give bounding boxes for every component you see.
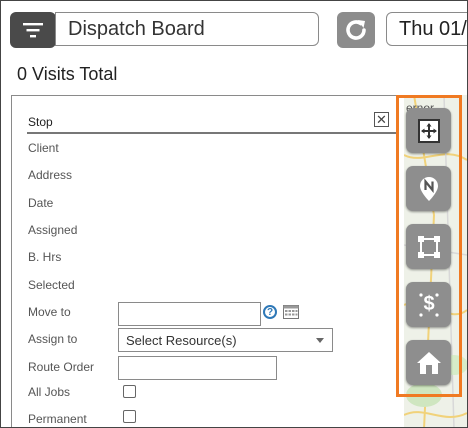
label-route-order: Route Order [28, 360, 95, 374]
label-assign-to: Assign to [28, 332, 78, 346]
date-picker[interactable]: Thu 01/ [386, 12, 467, 46]
label-selected: Selected [28, 278, 75, 292]
zoom-extent-button[interactable] [406, 108, 451, 153]
assign-select-value: Select Resource(s) [126, 332, 237, 348]
label-address: Address [28, 168, 73, 182]
route-order-input[interactable] [118, 356, 277, 380]
help-icon[interactable]: ? [263, 305, 277, 319]
refresh-button[interactable] [337, 12, 375, 48]
all-jobs-checkbox[interactable] [123, 385, 136, 398]
panel-header-rule [27, 116, 397, 134]
select-area-icon [417, 235, 440, 258]
north-marker-button[interactable] [406, 166, 451, 211]
zoom-extent-icon [417, 118, 440, 143]
select-area-button[interactable] [406, 224, 451, 269]
home-icon [416, 351, 441, 374]
permanent-checkbox[interactable] [123, 410, 136, 423]
route-cost-icon: $ [418, 293, 439, 317]
filter-menu-button[interactable] [10, 12, 56, 48]
app-window: Dispatch Board Thu 01/ 0 Visits Total St… [0, 0, 468, 428]
label-b-hrs: B. Hrs [28, 250, 62, 264]
label-assigned: Assigned [28, 223, 78, 237]
chevron-down-icon [316, 338, 324, 343]
refresh-icon [346, 20, 366, 40]
board-title: Dispatch Board [55, 12, 319, 46]
visits-total: 0 Visits Total [17, 64, 118, 84]
label-all-jobs: All Jobs [28, 385, 71, 399]
north-marker-icon [419, 176, 438, 201]
label-permanent: Permanent [28, 412, 87, 426]
assign-resource-select[interactable]: Select Resource(s) [118, 328, 333, 352]
close-panel-button[interactable]: ✕ [374, 112, 389, 127]
label-client: Client [28, 141, 59, 155]
label-move-to: Move to [28, 305, 71, 319]
route-cost-button[interactable]: $ [406, 282, 451, 327]
move-to-input[interactable] [118, 302, 261, 326]
svg-text:$: $ [423, 293, 434, 315]
filter-icon [23, 23, 43, 38]
home-button[interactable] [406, 340, 451, 385]
calendar-icon[interactable] [283, 305, 299, 319]
panel-heading: Stop [28, 115, 53, 129]
stop-details-panel: Stop ✕ Client Address Date Assigned B. H… [11, 95, 405, 427]
label-date: Date [28, 196, 54, 210]
